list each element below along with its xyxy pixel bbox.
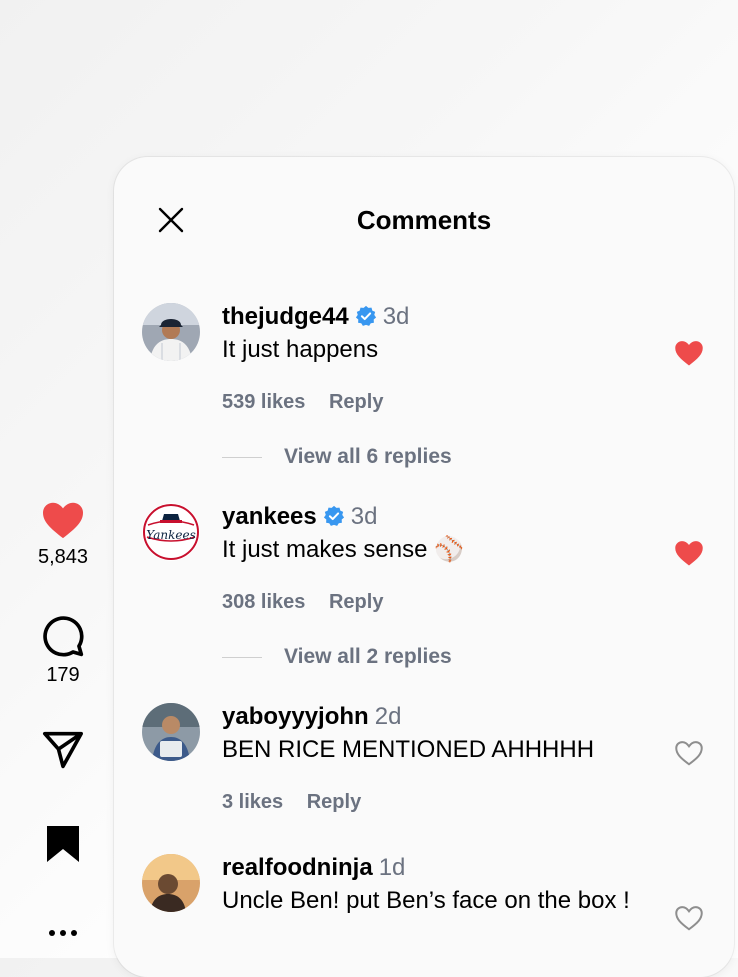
comment-timestamp: 3d (350, 503, 378, 530)
comment-username[interactable]: realfoodninja (222, 854, 373, 881)
comment-text: Uncle Ben! put Ben’s face on the box ! (222, 887, 630, 914)
verified-badge-icon (355, 305, 376, 326)
bookmark-icon (47, 826, 79, 862)
comment-username[interactable]: yankees (222, 503, 317, 530)
action-rail: 5,843 179 (0, 0, 126, 958)
share-button[interactable] (28, 730, 98, 770)
comment-username[interactable]: thejudge44 (222, 303, 349, 330)
comment-text: BEN RICE MENTIONED AHHHHH (222, 736, 595, 763)
comment-like-count[interactable]: 308 likes (222, 591, 305, 613)
comment-timestamp: 2d (374, 703, 402, 730)
comments-panel: Comments thejudge44 3d It just happens 53… (114, 157, 734, 977)
comment-item: yaboyyyjohn 2d BEN RICE MENTIONED AHHHHH … (142, 703, 734, 813)
comment-item: Yankees yankees 3d It just makes sense ⚾ … (142, 503, 734, 613)
avatar[interactable] (142, 303, 200, 361)
comment-like-count[interactable]: 539 likes (222, 391, 305, 413)
comment-timestamp: 3d (382, 303, 410, 330)
divider (222, 656, 262, 658)
more-icon (49, 930, 77, 936)
save-button[interactable] (28, 824, 98, 864)
comment-button[interactable]: 179 (28, 614, 98, 687)
reply-button[interactable]: Reply (307, 791, 361, 813)
divider (222, 456, 262, 458)
comment-username[interactable]: yaboyyyjohn (222, 703, 369, 730)
more-options-button[interactable] (28, 928, 98, 938)
heart-outline-icon (675, 906, 703, 931)
share-icon (42, 731, 83, 769)
view-replies-label: View all 6 replies (284, 445, 452, 468)
verified-badge-icon (323, 505, 344, 526)
comment-like-button[interactable] (674, 539, 706, 569)
avatar[interactable] (142, 854, 200, 912)
like-button[interactable]: 5,843 (28, 500, 98, 569)
heart-filled-icon (43, 502, 83, 539)
avatar[interactable] (142, 703, 200, 761)
comment-text: It just happens (222, 336, 379, 363)
comment-count: 179 (46, 664, 80, 686)
comment-item: thejudge44 3d It just happens 539 likes R… (142, 303, 734, 413)
view-replies-button[interactable]: View all 2 replies (222, 645, 452, 669)
like-count: 5,843 (37, 546, 89, 568)
comment-like-button[interactable] (674, 904, 706, 934)
view-replies-button[interactable]: View all 6 replies (222, 445, 452, 469)
view-replies-label: View all 2 replies (284, 645, 452, 668)
comment-item: realfoodninja 1d Uncle Ben! put Ben’s fac… (142, 854, 734, 974)
comment-icon (43, 616, 84, 657)
comment-like-button[interactable] (674, 339, 706, 369)
reply-button[interactable]: Reply (329, 391, 383, 413)
comment-timestamp: 1d (378, 854, 406, 881)
reply-button[interactable]: Reply (329, 591, 383, 613)
heart-filled-icon (675, 341, 703, 366)
panel-title: Comments (356, 205, 492, 235)
heart-filled-icon (675, 541, 703, 566)
avatar[interactable]: Yankees (142, 503, 200, 561)
heart-outline-icon (675, 741, 703, 766)
comment-text: It just makes sense ⚾ (222, 536, 464, 563)
comment-like-count[interactable]: 3 likes (222, 791, 283, 813)
svg-text:Yankees: Yankees (146, 528, 196, 542)
comment-like-button[interactable] (674, 739, 706, 769)
